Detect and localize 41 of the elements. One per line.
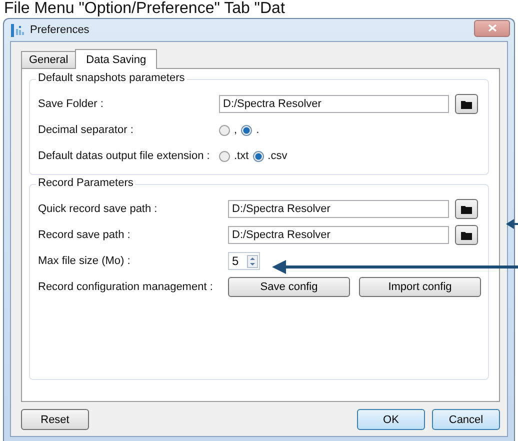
field-label: Decimal separator :: [38, 124, 134, 136]
radio-label: ,: [234, 124, 238, 136]
browse-button[interactable]: [455, 199, 478, 219]
browse-button[interactable]: [455, 225, 478, 245]
arrow-icon: [506, 219, 518, 229]
radio-button[interactable]: [219, 124, 230, 136]
radio-button[interactable]: [241, 124, 252, 136]
close-button[interactable]: [474, 20, 510, 36]
group-title: Record Parameters: [36, 177, 136, 189]
spin-arrows-icon: [247, 254, 258, 268]
dialog-button[interactable]: Cancel: [432, 409, 500, 430]
radio-label: .csv: [268, 150, 288, 162]
field-label: Record save path :: [38, 229, 132, 241]
browse-button[interactable]: [455, 94, 478, 114]
window-title: Preferences: [30, 24, 90, 36]
folder-icon: [461, 230, 472, 240]
tab[interactable]: General: [21, 51, 76, 68]
field-label: Default datas output file extension :: [38, 150, 211, 162]
path-field[interactable]: D:/Spectra Resolver: [228, 200, 450, 218]
field-label: Quick record save path :: [38, 203, 158, 215]
path-field[interactable]: D:/Spectra Resolver: [228, 226, 450, 244]
path-field[interactable]: D:/Spectra Resolver: [219, 95, 450, 113]
folder-icon: [461, 100, 472, 108]
close-icon: [488, 24, 496, 32]
caption-text: File Menu "Option/Preference" Tab "Dat: [3, 0, 286, 18]
field-label: Max file size (Mo) :: [38, 255, 132, 267]
app-icon: [11, 24, 25, 36]
config-button[interactable]: Save config: [228, 277, 350, 297]
tab[interactable]: Data Saving: [75, 49, 158, 69]
field-label: Save Folder :: [38, 98, 104, 110]
radio-label: .: [256, 124, 260, 136]
dialog-button[interactable]: Reset: [21, 409, 89, 430]
radio-button[interactable]: [252, 150, 264, 162]
radio-label: .txt: [234, 150, 249, 162]
field-label: Record configuration management :: [38, 281, 214, 293]
radio-button[interactable]: [219, 150, 230, 162]
group-title: Default snapshots parameters: [36, 72, 187, 84]
folder-icon: [461, 204, 472, 214]
config-button[interactable]: Import config: [359, 277, 481, 297]
number-spinner[interactable]: 5: [228, 252, 260, 270]
dialog-button[interactable]: OK: [357, 409, 425, 430]
